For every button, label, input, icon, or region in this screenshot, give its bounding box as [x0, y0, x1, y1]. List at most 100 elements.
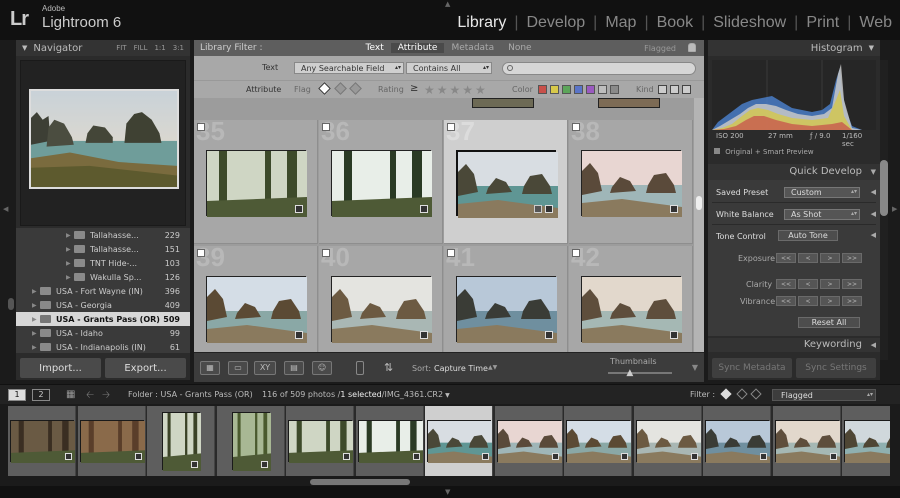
custom-label-swatch[interactable]: [598, 85, 607, 94]
zoom-1to1[interactable]: 1:1: [154, 44, 165, 52]
pick-flag-icon[interactable]: [447, 249, 455, 257]
photo-count[interactable]: 116 of 509 photos /1 selected/IMG_4361.C…: [262, 390, 450, 399]
navigator-header[interactable]: ▼ Navigator FIT FILL 1:1 3:1: [16, 40, 190, 56]
search-input[interactable]: [502, 62, 696, 75]
clarity-increase[interactable]: >: [820, 279, 840, 289]
expand-triangle-icon[interactable]: ◀: [871, 188, 876, 196]
rating-stars[interactable]: ★★★★★: [424, 83, 488, 97]
back-arrow-icon[interactable]: 🡠: [86, 388, 94, 405]
import-button[interactable]: Import...: [20, 358, 101, 378]
grid-cell[interactable]: 35: [194, 116, 318, 244]
vibrance-decrease-large[interactable]: <<: [776, 296, 796, 306]
module-develop[interactable]: Develop: [524, 14, 587, 32]
develop-settings-badge-icon[interactable]: [65, 453, 72, 460]
collapse-triangle-icon[interactable]: ▼: [22, 44, 27, 52]
text-rule-select[interactable]: Contains All: [406, 62, 492, 74]
develop-settings-badge-icon[interactable]: [295, 205, 303, 213]
folder-item[interactable]: ▶ USA - Idaho 99: [16, 326, 190, 340]
grid-scroll-thumb[interactable]: [696, 196, 702, 210]
filter-tab-metadata[interactable]: Metadata: [444, 43, 501, 53]
navigator-preview[interactable]: [20, 60, 186, 226]
pick-flag-icon[interactable]: [322, 249, 330, 257]
metadata-badge-icon[interactable]: [534, 205, 542, 213]
module-book[interactable]: Book: [655, 14, 695, 32]
vibrance-increase[interactable]: >: [820, 296, 840, 306]
lock-icon[interactable]: [688, 43, 696, 52]
forward-arrow-icon[interactable]: 🡢: [102, 388, 110, 405]
expand-triangle-icon[interactable]: ◀: [871, 210, 876, 218]
develop-settings-badge-icon[interactable]: [260, 461, 268, 468]
filmstrip-scroll-thumb[interactable]: [310, 479, 410, 485]
module-web[interactable]: Web: [857, 14, 894, 32]
grid-cell[interactable]: 38: [569, 116, 693, 244]
collapse-top-arrow-icon[interactable]: ▲: [445, 0, 450, 8]
develop-settings-badge-icon[interactable]: [760, 453, 767, 460]
expand-triangle-icon[interactable]: ◀: [871, 231, 876, 239]
secondary-monitor-button[interactable]: 2: [32, 389, 50, 401]
expand-triangle-icon[interactable]: ▶: [66, 246, 74, 253]
quick-develop-header[interactable]: Quick Develop: [708, 164, 880, 180]
zoom-fit[interactable]: FIT: [116, 44, 126, 52]
clarity-decrease[interactable]: <: [798, 279, 818, 289]
filmstrip-cell[interactable]: [77, 406, 146, 476]
unflagged-icon[interactable]: [334, 82, 347, 95]
develop-settings-badge-icon[interactable]: [420, 205, 428, 213]
develop-settings-badge-icon[interactable]: [670, 205, 678, 213]
pick-flag-icon[interactable]: [572, 249, 580, 257]
clarity-increase-large[interactable]: >>: [842, 279, 862, 289]
folder-item[interactable]: ▶ Tallahasse... 151: [16, 242, 190, 256]
develop-settings-badge-icon[interactable]: [482, 453, 489, 460]
checkbox-icon[interactable]: [714, 148, 720, 154]
sync-settings-button[interactable]: Sync Settings: [796, 358, 876, 378]
blue-label-swatch[interactable]: [574, 85, 583, 94]
smart-preview-status[interactable]: Original + Smart Preview: [714, 148, 814, 156]
grid-scrollbar[interactable]: [694, 98, 704, 352]
pick-flag-icon[interactable]: [197, 249, 205, 257]
clarity-decrease-large[interactable]: <<: [776, 279, 796, 289]
develop-settings-badge-icon[interactable]: [134, 453, 142, 460]
filter-tab-attribute[interactable]: Attribute: [390, 43, 445, 53]
folder-item[interactable]: ▶ Wakulla Sp... 126: [16, 270, 190, 284]
grid-view-button[interactable]: ▦: [200, 361, 220, 375]
pick-flag-icon[interactable]: [572, 123, 580, 131]
filmstrip-cell[interactable]: [286, 406, 354, 476]
exposure-increase-large[interactable]: >>: [842, 253, 862, 263]
grid-cell[interactable]: 39: [194, 242, 318, 352]
unflagged-icon[interactable]: [736, 388, 748, 400]
develop-settings-badge-icon[interactable]: [412, 453, 420, 460]
collapse-right-arrow-icon[interactable]: ▶: [892, 205, 897, 213]
develop-settings-badge-icon[interactable]: [690, 453, 698, 460]
sort-chevron-icon[interactable]: ▲▼: [488, 364, 497, 371]
exposure-decrease[interactable]: <: [798, 253, 818, 263]
expand-triangle-icon[interactable]: ▶: [32, 316, 40, 323]
virtual-copy-icon[interactable]: [670, 85, 679, 94]
module-slideshow[interactable]: Slideshow: [711, 14, 788, 32]
zoom-3to1[interactable]: 3:1: [173, 44, 184, 52]
red-label-swatch[interactable]: [538, 85, 547, 94]
partial-thumbnail[interactable]: [598, 98, 660, 108]
grid-cell[interactable]: 42: [569, 242, 693, 352]
saved-preset-select[interactable]: Custom: [784, 187, 860, 198]
photo-thumbnail[interactable]: [331, 150, 432, 217]
collapse-bottom-arrow-icon[interactable]: ▼: [445, 488, 450, 496]
grid-cell-selected[interactable]: 37: [444, 116, 568, 244]
filter-tab-none[interactable]: None: [501, 43, 538, 53]
grid-cell[interactable]: 41: [444, 242, 568, 352]
filter-tab-text[interactable]: Text: [359, 43, 391, 53]
filmstrip-thumbnail[interactable]: [844, 420, 890, 463]
rejected-flag-icon[interactable]: [750, 388, 762, 400]
exposure-decrease-large[interactable]: <<: [776, 253, 796, 263]
source-folder[interactable]: Folder : USA - Grants Pass (OR): [128, 390, 253, 399]
searchable-field-select[interactable]: Any Searchable Field: [294, 62, 404, 74]
folder-item[interactable]: ▶ TNT Hide-... 103: [16, 256, 190, 270]
yellow-label-swatch[interactable]: [550, 85, 559, 94]
filmstrip-cell[interactable]: [216, 406, 285, 476]
expand-triangle-icon[interactable]: ▶: [32, 330, 40, 337]
filmstrip-cell[interactable]: [772, 406, 841, 476]
develop-settings-badge-icon[interactable]: [621, 453, 628, 460]
filmstrip-cell[interactable]: [633, 406, 702, 476]
sync-metadata-button[interactable]: Sync Metadata: [712, 358, 792, 378]
filmstrip-cell[interactable]: [355, 406, 424, 476]
filmstrip-cell[interactable]: [842, 406, 890, 476]
expand-triangle-icon[interactable]: ▶: [66, 260, 74, 267]
